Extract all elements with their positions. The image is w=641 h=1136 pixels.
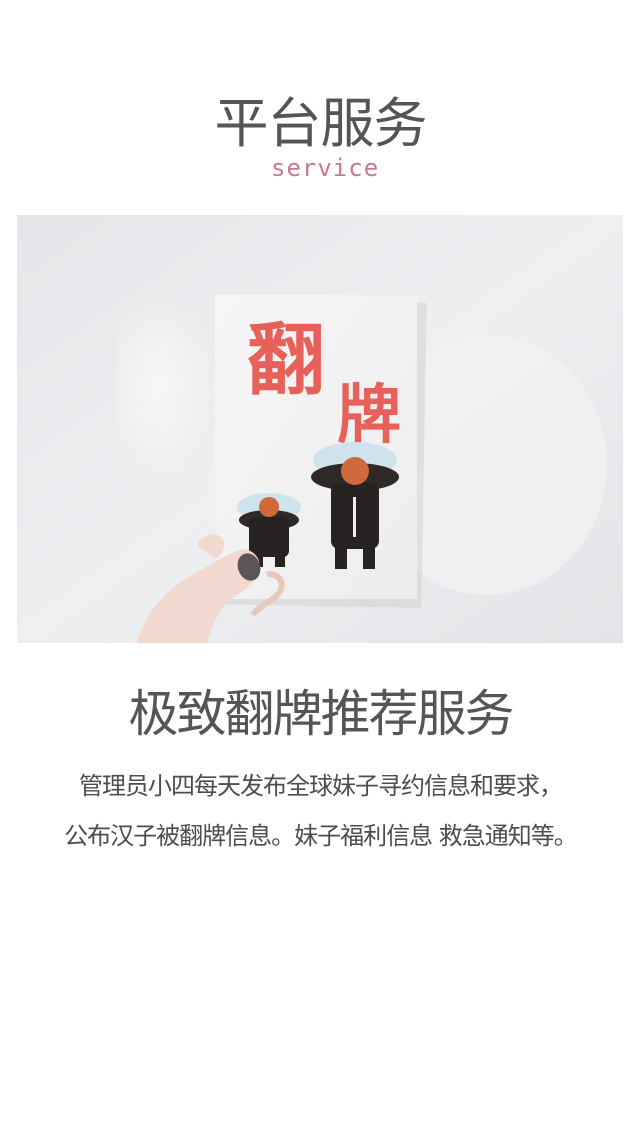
hero-illustration: 翻 牌 [17,215,623,643]
card-character: 翻 [247,316,325,406]
page-subtitle: service [271,154,380,182]
section-title: 极致翻牌推荐服务 [128,685,515,743]
page-title: 平台服务 [214,92,428,155]
card-character: 牌 [337,379,401,453]
hero-image: 翻 牌 [17,215,623,643]
service-page: 平台服务 service 翻 牌 极致翻牌推荐服务 管理员小四每天发布全球妹子寻… [0,0,641,1136]
section-description-line: 公布汉子被翻牌信息。妹子福利信息 救急通知等。 [64,822,578,850]
section-description-line: 管理员小四每天发布全球妹子寻约信息和要求， [79,772,563,800]
